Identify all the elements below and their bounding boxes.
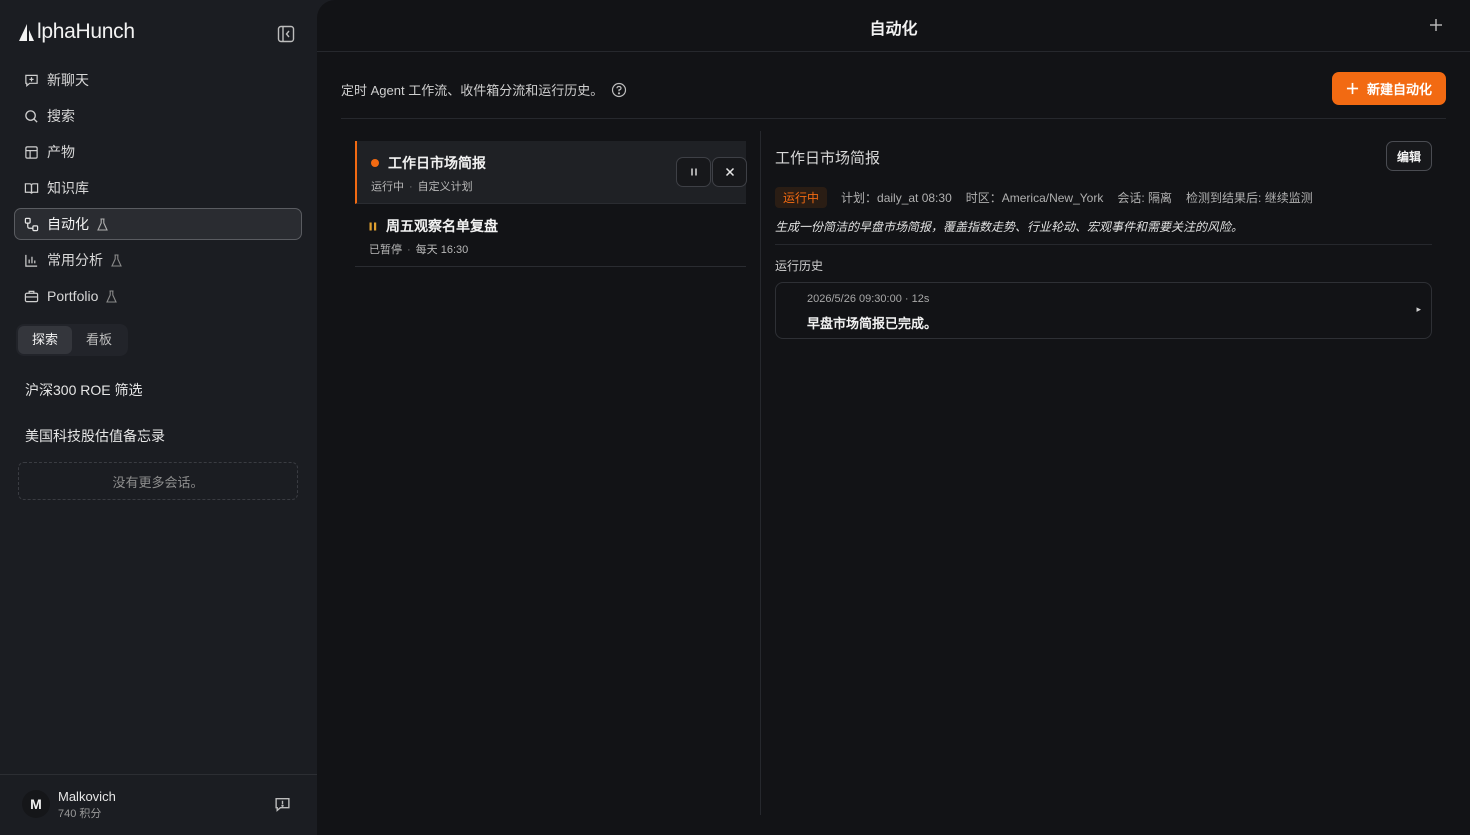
pause-icon [690, 168, 697, 176]
nav-knowledge-base[interactable]: 知识库 [14, 172, 302, 204]
collapse-sidebar-button[interactable] [276, 24, 296, 44]
pause-button[interactable] [676, 157, 711, 187]
close-icon [725, 167, 734, 177]
feedback-button[interactable] [274, 796, 291, 818]
automation-status: 运行中 [371, 181, 404, 193]
feedback-icon [275, 797, 290, 812]
search-icon [23, 108, 39, 124]
automation-title-text: 周五观察名单复盘 [386, 218, 498, 234]
nav-new-chat[interactable]: 新聊天 [14, 64, 302, 96]
no-more-chats: 没有更多会话。 [18, 462, 298, 500]
nav-label: 搜索 [47, 108, 75, 124]
chat-item[interactable]: 美国科技股估值备忘录 [25, 426, 165, 446]
nav-label: 产物 [47, 144, 75, 160]
automation-title: 工作日市场简报 [371, 153, 486, 173]
nav-portfolio[interactable]: Portfolio [14, 280, 302, 312]
workflow-icon [23, 216, 39, 232]
nav-label: Portfolio [47, 288, 99, 304]
app-logo[interactable]: lphaHunch [18, 20, 135, 44]
nav-artifacts[interactable]: 产物 [14, 136, 302, 168]
briefcase-icon [23, 288, 39, 304]
top-bar: 自动化 [317, 0, 1470, 52]
new-automation-button[interactable]: 新建自动化 [1332, 72, 1446, 105]
help-icon[interactable] [611, 82, 627, 98]
automation-meta: 运行中 · 自定义计划 [371, 178, 473, 194]
flask-icon [111, 253, 122, 267]
expand-caret-icon[interactable]: ▸ [1416, 304, 1421, 315]
detail-on-detect: 检测到结果后: 继续监测 [1186, 191, 1313, 205]
automation-row[interactable]: 周五观察名单复盘 已暂停 · 每天 16:30 [355, 204, 746, 267]
user-bar: M Malkovich 740 积分 [0, 774, 317, 835]
paused-indicator-icon [369, 222, 377, 231]
tab-explore[interactable]: 探索 [18, 326, 73, 354]
new-chat-icon [23, 72, 39, 88]
divider [341, 118, 1446, 119]
meta-separator: · [409, 181, 413, 193]
subtitle-text: 定时 Agent 工作流、收件箱分流和运行历史。 [341, 83, 604, 98]
history-item[interactable]: 2026/5/26 09:30:00 · 12s 早盘市场简报已完成。 ▸ [775, 282, 1432, 339]
plus-icon [1430, 19, 1442, 31]
user-name: Malkovich [58, 789, 116, 804]
layout-icon [23, 144, 39, 160]
history-label: 运行历史 [775, 259, 824, 273]
detail-session: 会话: 隔离 [1117, 191, 1173, 205]
edit-button[interactable]: 编辑 [1386, 141, 1432, 171]
flask-icon [97, 217, 108, 231]
nav-label: 常用分析 [47, 252, 103, 268]
automation-row[interactable]: 工作日市场简报 运行中 · 自定义计划 [355, 141, 747, 204]
flask-icon [106, 289, 118, 303]
sidebar: lphaHunch 新聊天 搜索 产物 知识库 自动化 常用分析 Portfol… [0, 0, 317, 835]
page-subtitle: 定时 Agent 工作流、收件箱分流和运行历史。 [341, 80, 627, 99]
sidebar-nav: 新聊天 搜索 产物 知识库 自动化 常用分析 Portfolio [14, 64, 302, 316]
automation-status: 已暂停 [369, 244, 402, 256]
page-title: 自动化 [869, 21, 918, 38]
detail-title: 工作日市场简报 [775, 150, 881, 167]
nav-automation[interactable]: 自动化 [14, 208, 302, 240]
avatar[interactable]: M [22, 790, 50, 818]
delete-button[interactable] [712, 157, 747, 187]
status-badge: 运行中 [775, 187, 828, 208]
history-message: 早盘市场简报已完成。 [807, 316, 938, 331]
new-automation-label: 新建自动化 [1366, 82, 1432, 97]
nav-search[interactable]: 搜索 [14, 100, 302, 132]
plus-icon [1346, 82, 1359, 95]
automation-title-text: 工作日市场简报 [388, 155, 486, 171]
logo-text: lphaHunch [37, 20, 135, 43]
alpha-logo-icon [19, 24, 34, 41]
add-button[interactable] [1428, 17, 1444, 38]
automation-schedule: 每天 16:30 [415, 244, 469, 256]
sidebar-tabs: 探索 看板 [16, 324, 129, 356]
history-time: 2026/5/26 09:30:00 · 12s [807, 293, 930, 305]
tab-board[interactable]: 看板 [72, 326, 126, 354]
detail-timezone: 时区：America/New_York [965, 191, 1104, 205]
chat-item[interactable]: 沪深300 ROE 筛选 [25, 380, 142, 400]
nav-label: 自动化 [47, 216, 89, 232]
panel-divider [760, 131, 761, 815]
nav-common-analysis[interactable]: 常用分析 [14, 244, 302, 276]
automation-meta: 已暂停 · 每天 16:30 [369, 241, 468, 257]
main-panel: 自动化 定时 Agent 工作流、收件箱分流和运行历史。 新建自动化 工作日市场… [317, 0, 1470, 835]
automation-schedule: 自定义计划 [417, 181, 473, 193]
nav-label: 新聊天 [47, 72, 89, 88]
user-points: 740 积分 [58, 808, 102, 820]
bar-chart-icon [23, 252, 39, 268]
detail-meta: 运行中 计划：daily_at 08:30 时区：America/New_Yor… [775, 187, 1327, 208]
divider [775, 244, 1432, 245]
detail-plan: 计划：daily_at 08:30 [841, 191, 952, 205]
sidebar-collapse-icon [277, 25, 295, 43]
automation-list: 工作日市场简报 运行中 · 自定义计划 周五观察名单复盘 已暂停 · 每天 16:30 [355, 141, 747, 267]
detail-description: 生成一份简洁的早盘市场简报，覆盖指数走势、行业轮动、宏观事件和需要关注的风险。 [775, 220, 1244, 234]
running-indicator [371, 159, 379, 167]
book-icon [23, 180, 39, 196]
meta-separator: · [407, 244, 411, 256]
nav-label: 知识库 [47, 180, 89, 196]
automation-title: 周五观察名单复盘 [369, 216, 498, 236]
